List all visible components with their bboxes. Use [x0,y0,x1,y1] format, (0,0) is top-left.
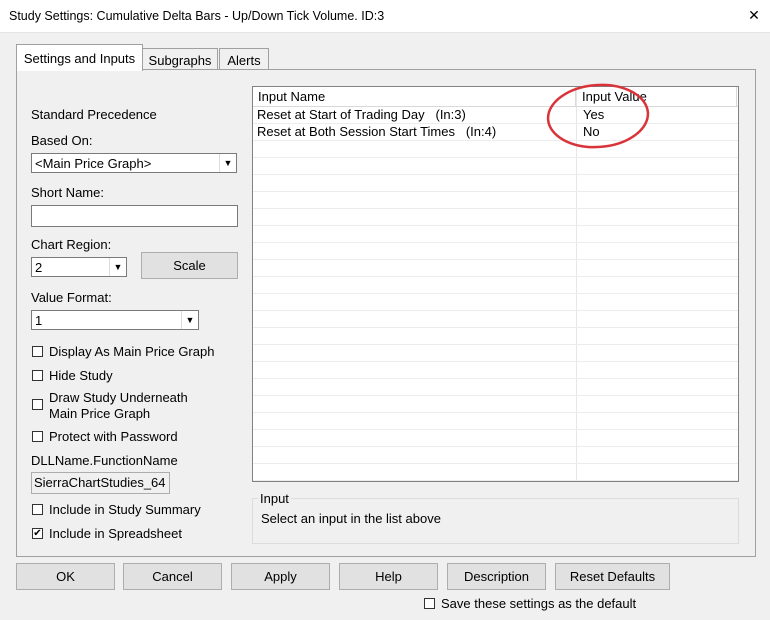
empty-row [253,430,738,447]
empty-row [253,277,738,294]
empty-row [253,158,738,175]
empty-row [253,362,738,379]
empty-row [253,243,738,260]
include-in-study-summary-checkbox[interactable] [32,504,43,515]
include-in-spreadsheet-label: Include in Spreadsheet [49,526,182,541]
based-on-value: <Main Price Graph> [35,155,152,171]
draw-study-underneath-label: Draw Study Underneath [49,390,188,405]
protect-with-password-label: Protect with Password [49,429,178,444]
empty-row [253,464,738,481]
empty-row [253,379,738,396]
include-in-spreadsheet-checkbox[interactable]: ✔ [32,528,43,539]
input-description-text: Select an input in the list above [261,511,441,526]
empty-row [253,226,738,243]
draw-study-underneath-checkbox[interactable] [32,399,43,410]
table-row[interactable]: Reset at Start of Trading Day (In:3) Yes [253,107,738,124]
value-format-value: 1 [35,312,43,328]
column-header-input-name[interactable]: Input Name [253,87,576,106]
grid-header: Input Name Input Value [253,87,738,107]
input-name-cell: Reset at Both Session Start Times (In:4) [253,124,496,140]
protect-with-password-checkbox[interactable] [32,431,43,442]
chevron-down-icon: ▼ [219,154,236,172]
window-title: Study Settings: Cumulative Delta Bars - … [9,9,385,23]
empty-row [253,311,738,328]
inputs-grid[interactable]: Input Name Input Value Reset at Start of… [252,86,739,482]
hide-study-label: Hide Study [49,368,113,383]
include-in-study-summary-label: Include in Study Summary [49,502,201,517]
chart-region-select[interactable]: 2 ▼ [31,257,127,277]
tab-alerts[interactable]: Alerts [219,48,269,71]
short-name-input[interactable] [31,205,238,227]
tab-subgraphs[interactable]: Subgraphs [142,48,218,71]
tab-settings-and-inputs[interactable]: Settings and Inputs [16,44,143,71]
empty-row [253,192,738,209]
help-button[interactable]: Help [339,563,438,590]
dll-name-label: DLLName.FunctionName [31,453,178,468]
value-format-select[interactable]: 1 ▼ [31,310,199,330]
close-button[interactable]: ✕ [738,0,770,30]
input-id: (In:3) [435,107,466,122]
tab-label: Settings and Inputs [23,50,136,66]
description-button[interactable]: Description [447,563,546,590]
input-name-cell: Reset at Start of Trading Day (In:3) [253,107,466,123]
chart-region-value: 2 [35,259,43,275]
empty-row [253,447,738,464]
save-as-default-label: Save these settings as the default [441,596,637,611]
short-name-label: Short Name: [31,185,104,200]
input-name: Reset at Both Session Start Times [257,124,455,139]
empty-row [253,345,738,362]
draw-study-underneath-label-line2: Main Price Graph [49,406,151,421]
tab-label: Alerts [227,52,261,68]
empty-row [253,260,738,277]
empty-row [253,396,738,413]
table-row[interactable]: Reset at Both Session Start Times (In:4)… [253,124,738,141]
display-as-main-price-graph-checkbox[interactable] [32,346,43,357]
tab-label: Subgraphs [148,52,212,68]
input-id: (In:4) [465,124,497,139]
ok-button[interactable]: OK [16,563,115,590]
chart-region-label: Chart Region: [31,237,112,252]
empty-row [253,294,738,311]
based-on-select[interactable]: <Main Price Graph> ▼ [31,153,237,173]
empty-row [253,413,738,430]
empty-row [253,141,738,158]
save-as-default-checkbox[interactable] [424,598,435,609]
reset-defaults-button[interactable]: Reset Defaults [555,563,670,590]
checkmark-icon: ✔ [33,527,42,539]
empty-row [253,175,738,192]
highlight-ellipse [546,83,650,149]
input-name: Reset at Start of Trading Day [257,107,425,122]
standard-precedence-label: Standard Precedence [31,107,157,122]
close-icon: ✕ [748,6,760,23]
empty-row [253,209,738,226]
empty-row [253,328,738,345]
display-as-main-price-graph-label: Display As Main Price Graph [49,344,215,359]
input-group-title: Input [258,491,291,506]
value-format-label: Value Format: [31,290,112,305]
hide-study-checkbox[interactable] [32,370,43,381]
scale-button[interactable]: Scale [141,252,238,279]
cancel-button[interactable]: Cancel [123,563,222,590]
chevron-down-icon: ▼ [181,311,198,329]
chevron-down-icon: ▼ [109,258,126,276]
empty-row [253,481,738,482]
based-on-label: Based On: [31,133,93,148]
dll-name-field: SierraChartStudies_64 [31,472,170,494]
apply-button[interactable]: Apply [231,563,330,590]
